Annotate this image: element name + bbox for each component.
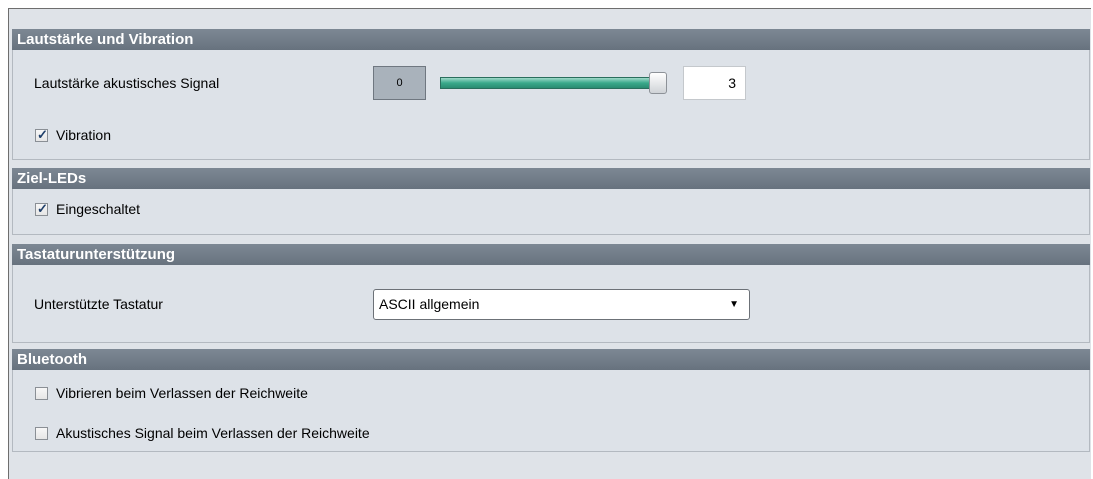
checkmark-icon: ✓	[37, 127, 48, 142]
section-body-leds: ✓ Eingeschaltet	[12, 189, 1090, 235]
section-header-bluetooth: Bluetooth	[12, 349, 1090, 370]
vibration-checkbox[interactable]: ✓	[35, 127, 48, 142]
bluetooth-vibrate-checkbox[interactable]	[35, 387, 48, 400]
bluetooth-signal-checkbox[interactable]	[35, 427, 48, 440]
leds-enabled-checkbox[interactable]: ✓	[35, 201, 48, 216]
signal-volume-label: Lautstärke akustisches Signal	[34, 75, 220, 91]
volume-slider-track[interactable]	[440, 77, 660, 89]
section-body-volume: Lautstärke akustisches Signal 0 3 ✓ Vibr…	[12, 50, 1090, 160]
keyboard-label: Unterstützte Tastatur	[34, 296, 163, 312]
settings-panel: Lautstärke und Vibration Lautstärke akus…	[8, 8, 1091, 479]
section-header-leds: Ziel-LEDs	[12, 168, 1090, 189]
section-header-volume: Lautstärke und Vibration	[12, 29, 1090, 50]
section-body-keyboard: Unterstützte Tastatur ASCII allgemein ▼	[12, 265, 1090, 343]
keyboard-select[interactable]: ASCII allgemein ▼	[373, 289, 750, 320]
section-body-bluetooth: Vibrieren beim Verlassen der Reichweite …	[12, 370, 1090, 452]
vibration-label: Vibration	[56, 127, 112, 143]
leds-enabled-label: Eingeschaltet	[56, 201, 141, 217]
volume-slider-thumb[interactable]	[649, 72, 667, 94]
volume-value-field[interactable]: 3	[683, 66, 746, 100]
keyboard-selected-value: ASCII allgemein	[379, 296, 480, 312]
section-header-keyboard: Tastaturunterstützung	[12, 244, 1090, 265]
chevron-down-icon: ▼	[729, 299, 739, 310]
bluetooth-vibrate-label: Vibrieren beim Verlassen der Reichweite	[56, 385, 308, 401]
checkmark-icon: ✓	[37, 201, 48, 216]
slider-min-value: 0	[373, 66, 426, 100]
bluetooth-signal-label: Akustisches Signal beim Verlassen der Re…	[56, 425, 370, 441]
